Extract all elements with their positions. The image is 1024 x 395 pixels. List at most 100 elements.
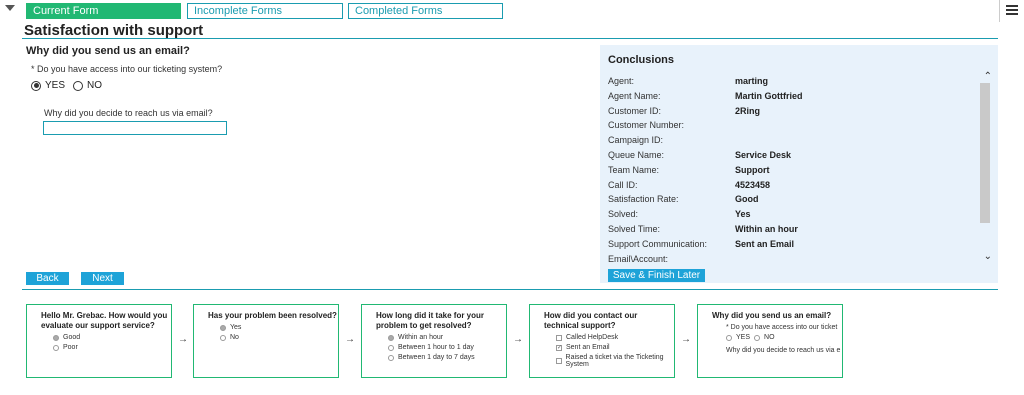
radio-icon: [53, 344, 59, 351]
flow-divider: [22, 289, 998, 290]
email-reason-input[interactable]: [43, 121, 227, 135]
flow-step-title: Why did you send us an email?: [712, 311, 832, 320]
scroll-down-icon[interactable]: ⌄: [984, 251, 992, 262]
radio-icon: [726, 334, 732, 341]
flow-option-label: Poor: [63, 344, 78, 351]
conclusion-label: Email\Account:: [608, 253, 669, 264]
conclusion-label: Customer ID:: [608, 105, 662, 116]
flow-step-title: Has your problem been resolved?: [208, 311, 337, 320]
conclusions-panel: Conclusions Agent: marting Agent Name: Mart…: [600, 45, 998, 283]
caret-down-icon[interactable]: [5, 5, 15, 11]
flow-option: Called HelpDesk: [544, 334, 674, 341]
conclusion-value: Good: [735, 194, 759, 205]
tab-current-form[interactable]: Current Form: [26, 3, 181, 19]
flow-step-card[interactable]: Has your problem been resolved? Yes No: [193, 304, 339, 378]
back-button[interactable]: Back: [26, 272, 69, 285]
scrollbar-thumb[interactable]: [980, 83, 990, 223]
flow-option-label: Between 1 hour to 1 day: [398, 344, 474, 351]
flow-option: Good: [41, 334, 171, 341]
flow-option-label: Within an hour: [398, 334, 444, 341]
flow-option: Poor: [41, 344, 171, 351]
radio-icon: [53, 334, 59, 341]
conclusion-value: Support: [735, 164, 770, 175]
conclusion-value: Yes: [735, 209, 751, 220]
flow-option: No: [208, 334, 338, 341]
conclusion-label: Call ID:: [608, 179, 638, 190]
flow-option-label: No: [230, 334, 239, 341]
question-email-label: Why did you decide to reach us via email…: [44, 108, 213, 118]
title-divider: [22, 38, 998, 39]
conclusion-label: Solved:: [608, 209, 639, 220]
flow-option-label: Called HelpDesk: [566, 334, 619, 341]
arrow-right-icon: →: [513, 334, 523, 345]
next-button[interactable]: Next: [81, 272, 124, 285]
conclusion-value: Service Desk: [735, 150, 792, 160]
checkbox-icon: [556, 334, 562, 341]
page-title: Satisfaction with support: [24, 22, 204, 39]
radio-icon: [220, 334, 226, 341]
no-radio[interactable]: [73, 80, 84, 91]
toolbar-divider: [999, 0, 1000, 22]
hamburger-icon[interactable]: [1006, 5, 1018, 15]
flow-option-label: Between 1 day to 7 days: [398, 354, 475, 361]
radio-icon: [754, 334, 761, 341]
flow-option-label: Good: [63, 334, 81, 341]
conclusion-label: Customer Number:: [608, 120, 685, 131]
yes-radio[interactable]: [31, 80, 41, 91]
conclusion-value: Sent an Email: [735, 238, 795, 249]
flow-option-label: Yes: [230, 324, 242, 331]
flow-option: ✓ Sent an Email: [544, 344, 674, 351]
flow-step-card[interactable]: Why did you send us an email? * Do you ha…: [697, 304, 843, 378]
conclusion-value: Within an hour: [735, 224, 798, 234]
conclusions-title: Conclusions: [608, 54, 675, 66]
flow-step-question: * Do you have access into our ticket: [726, 324, 838, 331]
checkbox-icon: ✓: [556, 344, 563, 351]
flow-option-label: YES: [736, 334, 751, 341]
flow-option-label: Sent an Email: [566, 344, 610, 351]
flow-step-title: How did you contact our technical suppor…: [544, 311, 638, 330]
flow-step-card[interactable]: How did you contact our technical suppor…: [529, 304, 675, 378]
conclusion-label: Solved Time:: [608, 224, 661, 234]
yes-radio-label: YES: [45, 80, 66, 91]
radio-icon: [388, 344, 394, 351]
radio-icon: [388, 354, 394, 361]
tab-completed-forms[interactable]: Completed Forms: [348, 3, 503, 19]
arrow-right-icon: →: [681, 334, 691, 345]
conclusion-value: marting: [735, 76, 769, 86]
conclusion-label: Support Communication:: [608, 238, 708, 249]
flow-step-title: How long did it take for your problem to…: [376, 311, 484, 330]
flow-option: Yes: [208, 324, 338, 331]
arrow-right-icon: →: [345, 334, 355, 345]
radio-icon: [220, 324, 226, 331]
radio-icon: [388, 334, 394, 341]
conclusion-label: Agent Name:: [608, 90, 661, 101]
checkbox-icon: [556, 358, 562, 364]
flow-option: Between 1 hour to 1 day: [376, 344, 506, 351]
question-access-label: * Do you have access into our ticketing …: [31, 64, 223, 74]
conclusion-value: 4523458: [735, 179, 771, 190]
flow-option: Between 1 day to 7 days: [376, 354, 506, 361]
flow-option: Within an hour: [376, 334, 506, 341]
flow-option-label: Raised a ticket via the Ticketing System: [565, 354, 664, 368]
flow-step-card[interactable]: How long did it take for your problem to…: [361, 304, 507, 378]
scroll-up-icon[interactable]: ⌃: [984, 71, 992, 82]
conclusion-label: Queue Name:: [608, 150, 665, 160]
no-radio-label: NO: [87, 80, 103, 91]
tab-incomplete-forms[interactable]: Incomplete Forms: [187, 3, 343, 19]
save-finish-later-button[interactable]: Save & Finish Later: [608, 269, 705, 282]
flow-step-title: Hello Mr. Grebac. How would you evaluate…: [41, 311, 168, 330]
arrow-right-icon: →: [178, 334, 188, 345]
conclusion-label: Agent:: [608, 76, 635, 86]
flow-step-radio-row: YES NO: [712, 334, 842, 341]
conclusion-label: Campaign ID:: [608, 135, 664, 146]
question-heading: Why did you send us an email?: [26, 45, 190, 57]
conclusion-value: Martin Gottfried: [735, 90, 803, 101]
access-radio-group: YES NO: [31, 80, 102, 91]
conclusion-label: Team Name:: [608, 164, 660, 175]
flow-step-question: Why did you decide to reach us via e: [726, 347, 841, 354]
flow-option: Raised a ticket via the Ticketing System: [544, 354, 674, 368]
conclusion-value: 2Ring: [735, 105, 761, 116]
flow-option-label: NO: [764, 334, 775, 341]
flow-step-card[interactable]: Hello Mr. Grebac. How would you evaluate…: [26, 304, 172, 378]
conclusion-label: Satisfaction Rate:: [608, 194, 679, 205]
